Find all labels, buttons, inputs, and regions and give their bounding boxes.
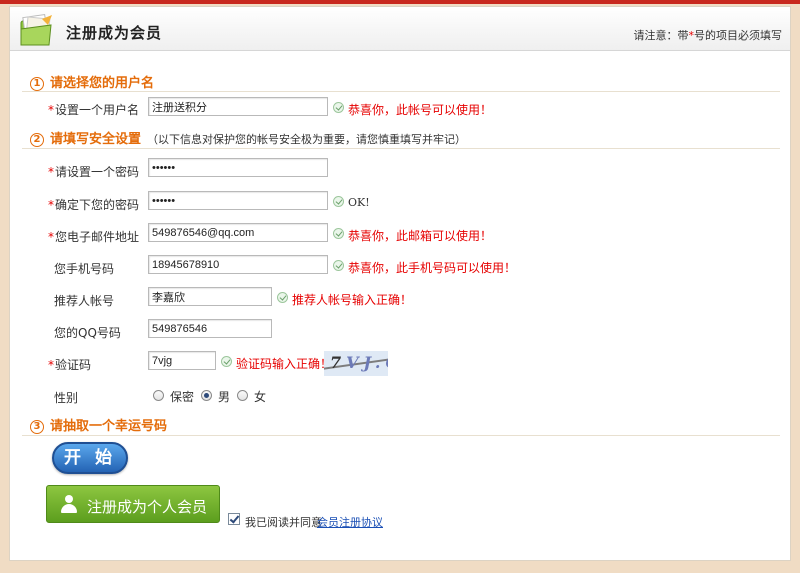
referrer-message: 推荐人帐号输入正确！ <box>292 293 413 307</box>
agree-checkbox[interactable] <box>228 513 240 525</box>
section-title: 请填写安全设置 <box>50 132 142 147</box>
referrer-label: 推荐人帐号 <box>54 294 115 308</box>
captcha-image[interactable]: 7VJ.G <box>324 351 388 376</box>
required-mark: * <box>48 103 54 117</box>
username-message: 恭喜你，此帐号可以使用！ <box>348 103 493 117</box>
check-icon <box>333 228 344 239</box>
email-label: *您电子邮件地址 <box>48 228 139 245</box>
required-mark: * <box>48 198 54 212</box>
section-number: 2 <box>30 133 44 147</box>
username-label-text: 设置一个用户名 <box>55 103 140 117</box>
agreement-link[interactable]: 会员注册协议 <box>317 514 383 530</box>
register-button[interactable]: 注册成为个人会员 <box>46 485 220 523</box>
section-lucky-number: 3 请抽取一个幸运号码 <box>30 415 167 434</box>
email-label-text: 您电子邮件地址 <box>55 230 140 244</box>
qq-input[interactable] <box>148 319 272 338</box>
section-subtitle: （以下信息对保护您的帐号安全极为重要，请您慎重填写并牢记） <box>147 133 467 146</box>
folder-icon <box>20 13 52 46</box>
note-prefix: 请注意：带 <box>633 29 689 42</box>
section-security: 2 请填写安全设置 （以下信息对保护您的帐号安全极为重要，请您慎重填写并牢记） <box>30 128 466 147</box>
password-label-text: 请设置一个密码 <box>55 165 140 179</box>
section-number: 3 <box>30 420 44 434</box>
phone-label: 您手机号码 <box>54 262 115 276</box>
check-icon <box>333 260 344 271</box>
divider <box>22 91 780 92</box>
password-input[interactable] <box>148 158 328 177</box>
gender-option-male: 男 <box>218 390 231 404</box>
email-message: 恭喜你，此邮箱可以使用！ <box>348 229 493 243</box>
username-input[interactable] <box>148 97 328 116</box>
user-icon <box>60 495 78 514</box>
panel-header: 注册成为会员 请注意：带*号的项目必须填写 <box>10 7 790 51</box>
check-icon <box>333 196 344 207</box>
divider <box>22 148 780 149</box>
gender-label: 性别 <box>54 391 79 405</box>
section-username: 1 请选择您的用户名 <box>30 72 154 91</box>
required-note: 请注意：带*号的项目必须填写 <box>634 27 783 43</box>
username-label: *设置一个用户名 <box>48 101 139 118</box>
gender-radio-female[interactable] <box>237 390 248 401</box>
section-title: 请抽取一个幸运号码 <box>50 419 168 434</box>
section-title: 请选择您的用户名 <box>50 76 155 91</box>
password-confirm-label: *确定下您的密码 <box>48 196 139 213</box>
user-icon-body <box>61 504 77 513</box>
required-mark: * <box>48 230 54 244</box>
top-border <box>0 0 800 4</box>
gender-radio-male[interactable] <box>201 390 212 401</box>
registration-panel: 注册成为会员 请注意：带*号的项目必须填写 1 请选择您的用户名 *设置一个用户名… <box>9 6 791 561</box>
referrer-input[interactable] <box>148 287 272 306</box>
gender-option-secret: 保密 <box>170 390 195 404</box>
password-label: *请设置一个密码 <box>48 163 139 180</box>
gender-radio-secret[interactable] <box>153 390 164 401</box>
section-number: 1 <box>30 77 44 91</box>
password-confirm-message: OK! <box>348 196 370 209</box>
qq-label: 您的QQ号码 <box>54 326 121 340</box>
check-icon <box>221 356 232 367</box>
captcha-input[interactable] <box>148 351 216 370</box>
gender-option-female: 女 <box>254 390 267 404</box>
note-suffix: 号的项目必须填写 <box>694 29 782 42</box>
required-mark: * <box>48 358 54 372</box>
captcha-message: 验证码输入正确！ <box>236 357 333 371</box>
captcha-label-text: 验证码 <box>55 358 92 372</box>
captcha-chars: VJ.G <box>346 353 388 372</box>
password-confirm-label-text: 确定下您的密码 <box>55 198 140 212</box>
phone-message: 恭喜你，此手机号码可以使用！ <box>348 261 517 275</box>
divider <box>22 435 780 436</box>
register-button-label: 注册成为个人会员 <box>87 498 208 516</box>
start-button[interactable]: 开 始 <box>52 442 128 474</box>
user-icon-head <box>65 495 73 503</box>
captcha-label: *验证码 <box>48 356 91 373</box>
phone-input[interactable] <box>148 255 328 274</box>
captcha-char: 7 <box>330 353 347 372</box>
check-icon <box>277 292 288 303</box>
required-mark: * <box>48 165 54 179</box>
agree-text: 我已阅读并同意 <box>245 516 322 529</box>
check-icon <box>333 102 344 113</box>
page-title: 注册成为会员 <box>66 24 163 42</box>
password-confirm-input[interactable] <box>148 191 328 210</box>
email-input[interactable] <box>148 223 328 242</box>
captcha-text: 7VJ.G <box>330 353 388 372</box>
